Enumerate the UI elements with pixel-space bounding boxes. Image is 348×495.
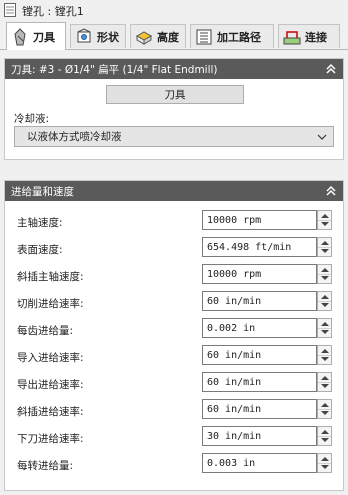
row-ramp-feedrate: 斜插进给速率: 60 in/min (5, 396, 343, 423)
surface-speed-spinner[interactable] (317, 237, 332, 257)
lead-in-feedrate-field[interactable]: 60 in/min (202, 345, 317, 365)
ramp-feedrate-label: 斜插进给速率: (17, 406, 84, 418)
plunge-feedrate-spinner[interactable] (317, 426, 332, 446)
tool-panel-title: 刀具: #3 - Ø1/4" 扁平 (1/4" Flat Endmill) (11, 63, 218, 76)
tool-icon (14, 27, 26, 45)
cutting-feedrate-label: 切削进给速率: (17, 298, 84, 310)
chevron-down-icon (317, 134, 327, 140)
surface-speed-label: 表面速度: (17, 244, 63, 256)
feed-per-tooth-label: 每齿进给量: (17, 325, 74, 337)
ramp-feedrate-field[interactable]: 60 in/min (202, 399, 317, 419)
feeds-panel-header: 进给量和速度 (5, 181, 343, 201)
feed-per-tooth-field[interactable]: 0.002 in (202, 318, 317, 338)
height-icon (135, 30, 153, 45)
tab-linking[interactable]: 连接 (278, 24, 340, 48)
spindle-speed-label: 主轴速度: (17, 217, 63, 229)
feed-per-revolution-label: 每转进给量: (17, 460, 74, 472)
tab-height[interactable]: 高度 (130, 24, 186, 48)
tab-passes-label: 加工路径 (217, 30, 261, 44)
row-plunge-feedrate: 下刀进给速率: 30 in/min (5, 423, 343, 450)
title-bar: 镗孔 : 镗孔1 (0, 0, 348, 20)
feed-per-tooth-spinner[interactable] (317, 318, 332, 338)
ramp-spindle-speed-spinner[interactable] (317, 264, 332, 284)
feeds-speeds-panel: 进给量和速度 主轴速度: 10000 rpm 表面速度: 654.498 ft/… (4, 180, 344, 491)
lead-out-feedrate-field[interactable]: 60 in/min (202, 372, 317, 392)
tool-panel-header: 刀具: #3 - Ø1/4" 扁平 (1/4" Flat Endmill) (5, 59, 343, 79)
tab-bar: 刀具 形状 高度 加工路径 连接 (0, 22, 348, 50)
tab-tool[interactable]: 刀具 (6, 22, 66, 50)
row-cutting-feedrate: 切削进给速率: 60 in/min (5, 288, 343, 315)
tool-select-button[interactable]: 刀具 (106, 85, 244, 104)
row-lead-out-feedrate: 导出进给速率: 60 in/min (5, 369, 343, 396)
tab-passes[interactable]: 加工路径 (190, 24, 274, 48)
tab-tool-label: 刀具 (33, 30, 55, 44)
row-surface-speed: 表面速度: 654.498 ft/min (5, 234, 343, 261)
tab-shape[interactable]: 形状 (70, 24, 126, 48)
spindle-speed-spinner[interactable] (317, 210, 332, 230)
lead-out-feedrate-spinner[interactable] (317, 372, 332, 392)
shape-icon (77, 27, 91, 42)
lead-in-feedrate-spinner[interactable] (317, 345, 332, 365)
tool-panel: 刀具: #3 - Ø1/4" 扁平 (1/4" Flat Endmill) 刀具… (4, 58, 344, 160)
lead-out-feedrate-label: 导出进给速率: (17, 379, 84, 391)
row-ramp-spindle-speed: 斜插主轴速度: 10000 rpm (5, 261, 343, 288)
feed-per-revolution-field[interactable]: 0.003 in (202, 453, 317, 473)
coolant-label: 冷却液: (14, 113, 50, 125)
collapse-icon[interactable] (324, 184, 338, 198)
feeds-panel-title: 进给量和速度 (11, 185, 74, 198)
linking-icon (283, 30, 301, 44)
row-spindle-speed: 主轴速度: 10000 rpm (5, 207, 343, 234)
coolant-value: 以液体方式喷冷却液 (27, 131, 122, 143)
tab-linking-label: 连接 (305, 30, 327, 44)
tab-height-label: 高度 (157, 30, 179, 44)
cutting-feedrate-field[interactable]: 60 in/min (202, 291, 317, 311)
window-title: 镗孔 : 镗孔1 (22, 5, 84, 18)
plunge-feedrate-field[interactable]: 30 in/min (202, 426, 317, 446)
document-icon (4, 3, 16, 17)
ramp-spindle-speed-label: 斜插主轴速度: (17, 271, 84, 283)
surface-speed-field[interactable]: 654.498 ft/min (202, 237, 317, 257)
passes-icon (196, 29, 212, 44)
ramp-feedrate-spinner[interactable] (317, 399, 332, 419)
row-feed-per-tooth: 每齿进给量: 0.002 in (5, 315, 343, 342)
row-lead-in-feedrate: 导入进给速率: 60 in/min (5, 342, 343, 369)
coolant-dropdown[interactable]: 以液体方式喷冷却液 (14, 126, 334, 147)
row-feed-per-revolution: 每转进给量: 0.003 in (5, 450, 343, 477)
spindle-speed-field[interactable]: 10000 rpm (202, 210, 317, 230)
tab-shape-label: 形状 (97, 30, 119, 44)
feed-per-revolution-spinner[interactable] (317, 453, 332, 473)
ramp-spindle-speed-field[interactable]: 10000 rpm (202, 264, 317, 284)
lead-in-feedrate-label: 导入进给速率: (17, 352, 84, 364)
plunge-feedrate-label: 下刀进给速率: (17, 433, 84, 445)
collapse-icon[interactable] (324, 62, 338, 76)
cutting-feedrate-spinner[interactable] (317, 291, 332, 311)
